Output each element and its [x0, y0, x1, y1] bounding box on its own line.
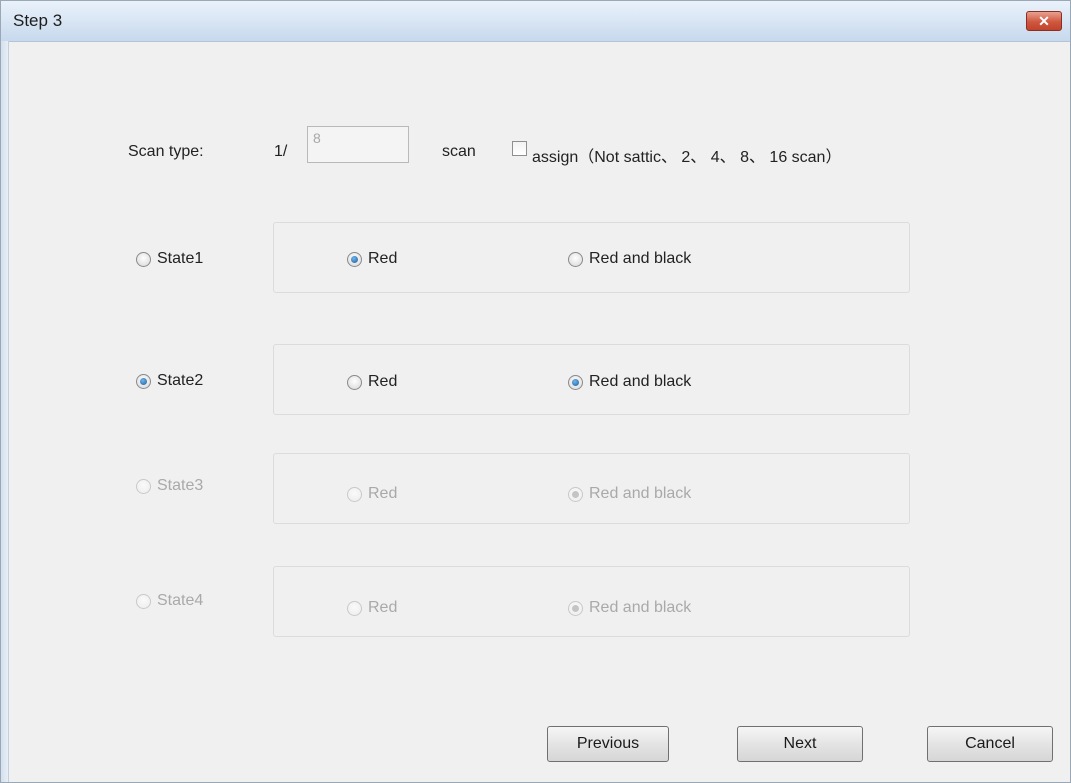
window-left-edge [1, 41, 9, 782]
close-button[interactable]: ✕ [1026, 11, 1062, 31]
scan-unit-label: scan [442, 143, 476, 160]
previous-button[interactable]: Previous [547, 726, 669, 762]
state4-red-and-black-radio[interactable] [568, 601, 583, 616]
state1-red-and-black-label: Red and black [589, 250, 692, 267]
state1-red-label: Red [368, 250, 398, 267]
state4-label: State4 [157, 592, 204, 609]
state1-red-radio[interactable] [347, 252, 362, 267]
state3-red-and-black-radio[interactable] [568, 487, 583, 502]
close-icon: ✕ [1038, 13, 1050, 29]
state3-red-label: Red [368, 485, 398, 502]
state1-radio[interactable] [136, 252, 151, 267]
state2-radio[interactable] [136, 374, 151, 389]
state3-red-and-black-label: Red and black [589, 485, 692, 502]
state4-red-label: Red [368, 599, 398, 616]
state2-label: State2 [157, 372, 204, 389]
state1-red-and-black-radio[interactable] [568, 252, 583, 267]
step3-dialog: Step 3 ✕ Scan type: 1/ 8 scan assign（Not… [0, 0, 1071, 783]
scan-prefix-label: 1/ [274, 143, 288, 160]
assign-checkbox[interactable] [512, 141, 527, 156]
assign-label: assign（Not sattic、 2、 4、 8、 16 scan） [532, 149, 842, 166]
scan-type-label: Scan type: [128, 143, 204, 160]
state2-red-and-black-label: Red and black [589, 373, 692, 390]
state3-label: State3 [157, 477, 204, 494]
scan-number-input[interactable]: 8 [307, 126, 409, 163]
state1-label: State1 [157, 250, 204, 267]
state4-red-radio[interactable] [347, 601, 362, 616]
state3-radio[interactable] [136, 479, 151, 494]
state2-red-and-black-radio[interactable] [568, 375, 583, 390]
cancel-button[interactable]: Cancel [927, 726, 1053, 762]
title-bar: Step 3 ✕ [1, 1, 1070, 42]
window-title: Step 3 [13, 11, 63, 30]
state4-red-and-black-label: Red and black [589, 599, 692, 616]
state2-red-radio[interactable] [347, 375, 362, 390]
next-button[interactable]: Next [737, 726, 863, 762]
state3-red-radio[interactable] [347, 487, 362, 502]
state4-radio[interactable] [136, 594, 151, 609]
state2-red-label: Red [368, 373, 398, 390]
